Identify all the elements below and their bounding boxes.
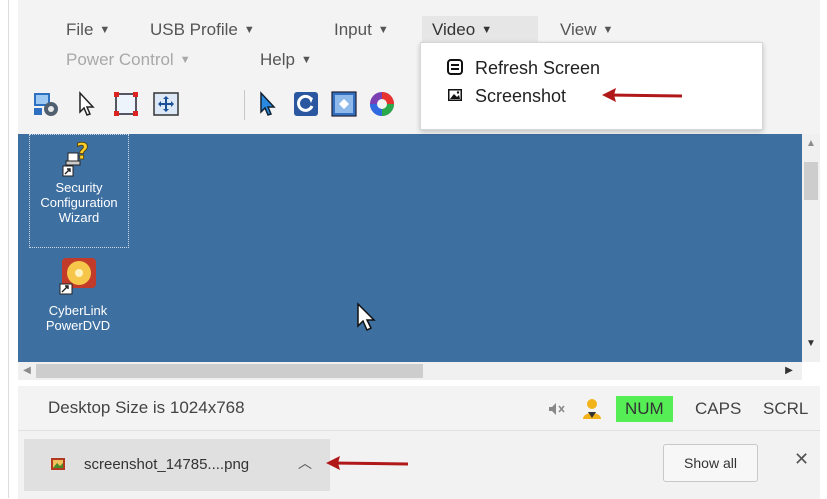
remote-desktop-view[interactable]: ? Security Configuration Wizard CyberLin… [18,134,802,362]
refresh-icon[interactable] [292,90,320,118]
chevron-down-icon: ▼ [602,24,614,36]
mouse-cursor-icon [357,302,376,332]
auto-adjust-icon[interactable] [330,90,358,118]
horizontal-scrollbar[interactable]: ◀ ▶ [18,362,802,380]
refresh-screen-icon [447,59,463,75]
download-filename: screenshot_14785....png [84,456,250,473]
kvm-viewer-window: File ▼ USB Profile ▼ Input ▼ Video ▼ View ▼ P… [18,0,820,499]
desktop-icon-label-line: PowerDVD [45,318,111,333]
annotation-arrow-screenshot [602,88,683,102]
cursor-icon[interactable] [72,90,100,118]
chevron-down-icon: ▼ [300,54,312,66]
chevron-up-icon[interactable]: ︿ [298,453,312,473]
menu-file[interactable]: File ▼ [56,16,120,44]
remote-settings-icon[interactable] [32,90,60,118]
full-screen-icon[interactable] [112,90,140,118]
close-icon[interactable]: ✕ [794,449,809,470]
menu-input[interactable]: Input ▼ [324,16,399,44]
chevron-down-icon: ▼ [377,24,389,36]
image-file-icon [51,458,65,470]
caps-lock-indicator: CAPS [695,399,742,418]
chevron-down-icon: ▼ [99,24,111,36]
menu-video[interactable]: Video ▼ [422,16,538,44]
menu-power-control-label: Power Control [66,50,174,69]
scroll-right-icon[interactable]: ▶ [780,365,798,376]
menu-item-refresh-screen-label: Refresh Screen [475,58,601,78]
menu-file-label: File [66,20,94,39]
menu-video-label: Video [432,20,476,39]
desktop-icon-powerdvd[interactable]: CyberLink PowerDVD [29,256,127,354]
vertical-scrollbar[interactable]: ▲ ▼ [802,134,820,362]
menu-usb-profile[interactable]: USB Profile ▼ [140,16,265,44]
pointer-mode-icon[interactable] [254,90,282,118]
desktop-icon-label-line: Wizard [58,210,100,225]
speaker-muted-icon[interactable] [548,402,566,416]
chevron-down-icon: ▼ [179,54,191,66]
toolbar-divider [244,90,245,120]
svg-text:?: ? [76,140,89,165]
desktop-size-status: Desktop Size is 1024x768 [48,398,245,417]
menu-view[interactable]: View ▼ [550,16,623,44]
screenshot-icon [448,89,462,101]
user-icon[interactable] [582,398,602,420]
show-all-button[interactable]: Show all [663,444,758,482]
desktop-icon-label-line: Security [55,180,103,195]
menu-item-screenshot-label: Screenshot [475,86,567,106]
scroll-down-icon[interactable]: ▼ [802,338,820,349]
desktop-icon-label-line: Configuration [40,195,118,210]
chevron-down-icon: ▼ [481,24,493,36]
chevron-down-icon: ▼ [243,24,255,36]
num-lock-indicator: NUM [616,396,673,422]
security-wizard-icon: ? [62,140,89,177]
menu-usb-profile-label: USB Profile [150,20,238,39]
scroll-up-icon[interactable]: ▲ [802,138,820,149]
download-item[interactable]: screenshot_14785....png ︿ [24,439,330,491]
menu-view-label: View [560,20,597,39]
color-icon[interactable] [368,90,396,118]
vertical-scroll-thumb[interactable] [804,162,818,200]
menu-input-label: Input [334,20,372,39]
window-left-border [8,0,9,498]
video-menu-dropdown: Refresh Screen Screenshot [420,42,763,130]
fit-to-window-icon[interactable] [152,90,180,118]
menu-help[interactable]: Help ▼ [250,46,322,74]
status-bar: Desktop Size is 1024x768 NUM CAPS SCRL [18,386,820,430]
desktop-icon-security-wizard[interactable]: ? Security Configuration Wizard [29,134,129,248]
annotation-arrow-download [326,456,409,470]
powerdvd-icon [59,258,96,295]
horizontal-scroll-thumb[interactable] [36,364,423,378]
download-bar: screenshot_14785....png ︿ Show all ✕ [18,430,820,499]
desktop-icon-label-line: CyberLink [48,303,108,318]
menu-help-label: Help [260,50,295,69]
menu-power-control[interactable]: Power Control ▼ [56,46,201,74]
scroll-lock-indicator: SCRL [763,399,809,418]
scroll-left-icon[interactable]: ◀ [18,365,36,376]
